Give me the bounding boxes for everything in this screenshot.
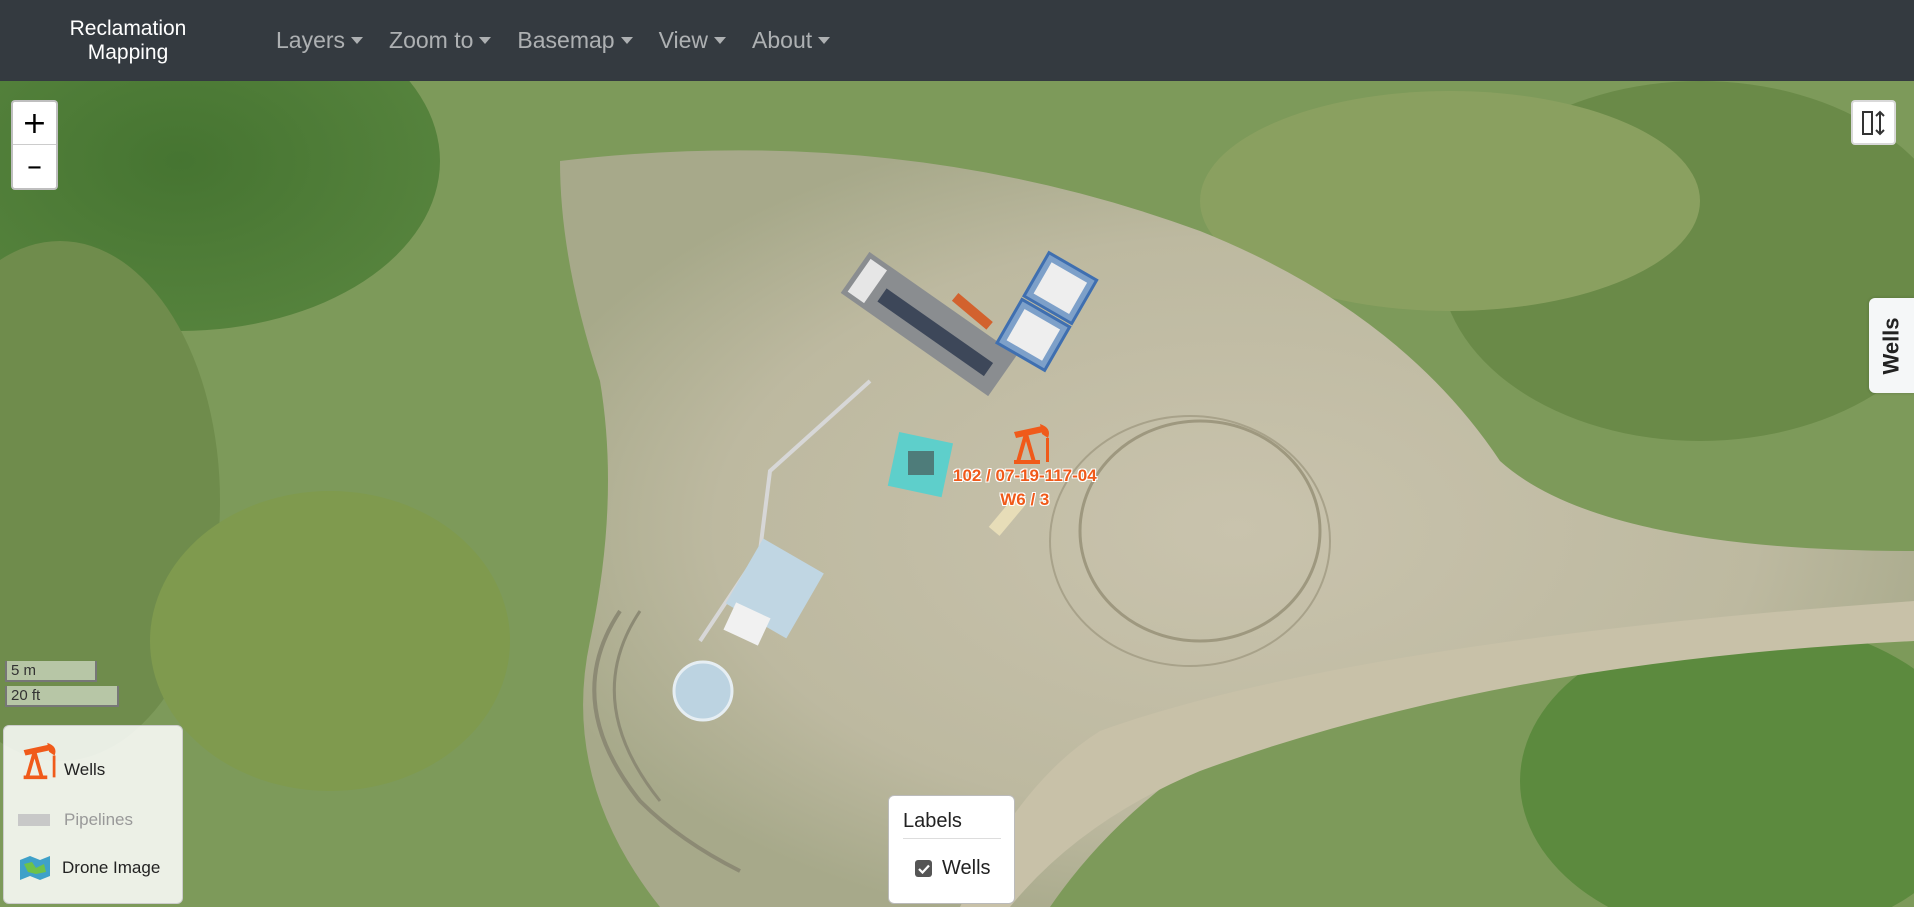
pumpjack-icon[interactable] [1008,422,1056,466]
legend-label-pipelines: Pipelines [64,810,133,829]
wells-sidebar-tab[interactable]: Wells [1869,298,1914,393]
pipeline-line-icon [18,814,50,826]
nav-about-label: About [752,27,813,53]
brand-line-2: Mapping [87,40,169,64]
nav-menu: Layers Zoom to Basemap View About [276,27,856,54]
labels-option-wells[interactable]: Wells [915,857,1014,880]
labels-panel: Labels Wells [888,795,1015,904]
well-label-line-1: 102 / 07-19-117-04 [953,466,1097,485]
top-navbar: Reclamation Mapping Layers Zoom to Basem… [0,0,1914,81]
sidebar-toggle-button[interactable] [1851,100,1896,145]
nav-zoom-to-label: Zoom to [389,27,474,53]
labels-panel-title: Labels [903,810,1001,839]
legend-item-drone-image[interactable]: Drone Image [18,854,160,882]
caret-down-icon [351,37,364,44]
legend-label-drone-image: Drone Image [62,858,161,877]
pumpjack-icon [23,742,56,780]
well-label: 102 / 07-19-117-04 W6 / 3 [953,424,1097,510]
scale-bar-metric: 5 m [5,661,97,682]
legend-label-wells: Wells [64,760,106,779]
well-label-line-2: W6 / 3 [1000,490,1050,509]
legend-item-wells[interactable]: Wells [18,741,105,781]
caret-down-icon [818,37,831,44]
caret-down-icon [714,37,727,44]
scale-bar-imperial: 20 ft [5,686,119,707]
legend-item-pipelines[interactable]: Pipelines [18,810,133,830]
column-resize-icon [1861,110,1885,135]
caret-down-icon [620,37,633,44]
nav-view-dropdown[interactable]: View [658,27,727,54]
brand-title[interactable]: Reclamation Mapping [0,17,256,65]
nav-about-dropdown[interactable]: About [752,27,831,54]
brand-line-1: Reclamation [69,16,187,40]
zoom-in-button[interactable]: + [13,102,56,145]
nav-basemap-label: Basemap [517,27,615,53]
zoom-control: + – [11,100,58,190]
nav-view-label: View [658,27,709,53]
map-legend: Wells Pipelines Drone Image [3,725,183,904]
wells-label-checkbox[interactable] [915,860,932,877]
map-canvas[interactable]: 102 / 07-19-117-04 W6 / 3 [0,81,1914,907]
nav-basemap-dropdown[interactable]: Basemap [517,27,633,54]
zoom-out-button[interactable]: – [13,145,56,188]
nav-layers-label: Layers [276,27,346,53]
labels-option-wells-label: Wells [942,857,991,879]
wells-tab-label: Wells [1878,316,1904,375]
checkmark-icon [917,864,930,874]
nav-layers-dropdown[interactable]: Layers [276,27,364,54]
drone-image-icon [20,856,50,880]
caret-down-icon [479,37,492,44]
nav-zoom-to-dropdown[interactable]: Zoom to [389,27,492,54]
